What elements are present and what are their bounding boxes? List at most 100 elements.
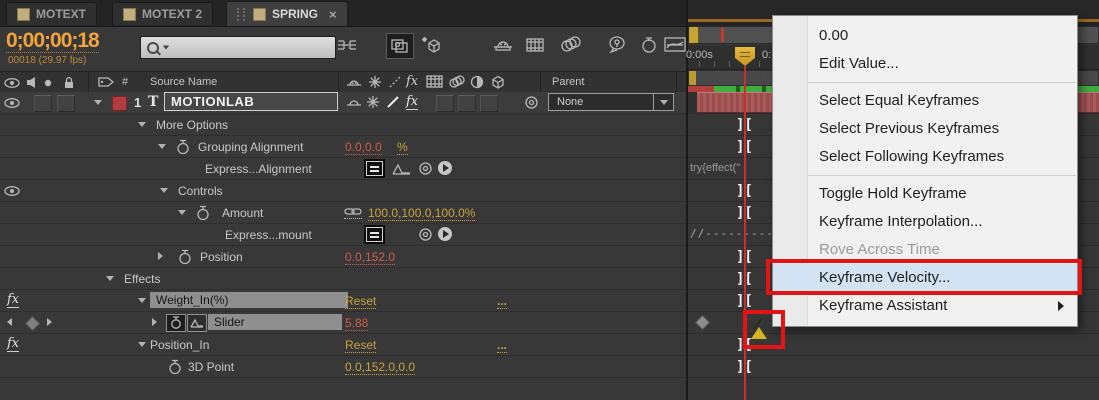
tab-motext-2[interactable]: MOTEXT 2 xyxy=(112,2,214,25)
lock-toggle[interactable] xyxy=(57,95,75,112)
effect-expander-icon[interactable] xyxy=(138,342,146,347)
layer-row-motionlab[interactable]: 1 T MOTIONLAB fx None xyxy=(0,92,686,114)
property-value[interactable]: 0.0,0.0 xyxy=(345,140,382,155)
next-keyframe-icon[interactable] xyxy=(47,318,52,326)
close-icon[interactable]: × xyxy=(329,7,337,22)
work-area-start-handle[interactable] xyxy=(689,71,696,85)
tab-motext[interactable]: MOTEXT xyxy=(6,2,97,25)
expression-pickwhip-icon[interactable] xyxy=(418,227,433,242)
expression-language-menu-icon[interactable] xyxy=(438,161,452,175)
property-value-suffix[interactable]: % xyxy=(397,140,408,155)
layer-expander-icon[interactable] xyxy=(94,100,102,105)
graph-overlay-icon[interactable] xyxy=(187,314,207,332)
property-name[interactable]: Slider xyxy=(208,314,342,330)
stopwatch-icon[interactable] xyxy=(176,139,190,155)
shy-toggle-icon[interactable] xyxy=(346,96,362,109)
expression-language-menu-icon[interactable] xyxy=(438,227,452,241)
property-name[interactable]: 3D Point xyxy=(188,360,234,374)
group-expander-icon[interactable] xyxy=(160,188,168,193)
live-update-button[interactable] xyxy=(386,33,414,59)
search-options-icon[interactable] xyxy=(162,45,170,50)
property-row: Amount 100.0,100.0,100.0% xyxy=(0,202,686,224)
tab-spring[interactable]: SPRING × xyxy=(226,1,348,26)
expression-pickwhip-icon[interactable] xyxy=(418,161,433,176)
group-expander-icon[interactable] xyxy=(106,276,114,281)
brainstorm-button[interactable] xyxy=(604,33,630,57)
menu-item-value[interactable]: 0.00 xyxy=(773,22,1077,50)
fx-badge[interactable]: fx xyxy=(7,336,20,352)
layer-label-color-chip[interactable] xyxy=(112,96,127,111)
auto-keyframe-button[interactable] xyxy=(636,33,662,57)
property-expander-icon[interactable] xyxy=(178,210,186,215)
menu-item-toggle-hold-keyframe[interactable]: Toggle Hold Keyframe xyxy=(773,180,1077,208)
property-name[interactable]: Grouping Alignment xyxy=(198,140,303,154)
property-value[interactable]: 100.0,100.0,100.0% xyxy=(368,206,476,221)
property-group-row: Controls xyxy=(0,180,686,202)
layer-visibility-eye-icon[interactable] xyxy=(4,98,20,108)
fx-badge[interactable]: fx xyxy=(7,292,20,308)
stopwatch-icon[interactable] xyxy=(178,249,192,265)
effect-options-link[interactable]: ... xyxy=(497,294,508,309)
draft-3d-button[interactable] xyxy=(418,33,444,57)
lock-column-icon xyxy=(65,77,73,88)
fx-toggle-icon[interactable]: fx xyxy=(406,94,419,110)
expression-enabled-icon[interactable] xyxy=(364,159,385,178)
parent-pickwhip-icon[interactable] xyxy=(524,95,539,110)
comp-mini-flowchart-button[interactable] xyxy=(334,33,360,57)
property-expander-icon[interactable] xyxy=(158,144,166,149)
parent-column-header: Parent xyxy=(552,76,585,88)
menu-item-select-previous-keyframes[interactable]: Select Previous Keyframes xyxy=(773,115,1077,143)
stopwatch-active-icon[interactable] xyxy=(166,314,186,332)
layer-name-field[interactable]: MOTIONLAB xyxy=(164,92,338,111)
property-name[interactable]: Amount xyxy=(222,206,263,220)
timeline-search-input[interactable] xyxy=(140,36,336,59)
property-group-name[interactable]: Controls xyxy=(178,184,223,198)
adjustment-toggle[interactable] xyxy=(480,95,498,112)
previous-keyframe-icon[interactable] xyxy=(7,318,12,326)
expression-name[interactable]: Express...mount xyxy=(225,228,312,242)
current-time-display[interactable]: 0;00;00;18 xyxy=(6,29,100,53)
menu-item-select-following-keyframes[interactable]: Select Following Keyframes xyxy=(773,143,1077,171)
property-group-name[interactable]: Effects xyxy=(124,272,160,286)
show-graph-icon[interactable] xyxy=(392,162,412,176)
effect-reset-link[interactable]: Reset xyxy=(345,294,377,309)
add-keyframe-icon[interactable] xyxy=(24,315,41,332)
dimension-link-icon[interactable] xyxy=(344,207,362,219)
frame-blending-button[interactable] xyxy=(522,33,548,57)
quality-toggle-icon[interactable] xyxy=(386,95,400,109)
effect-name[interactable]: Weight_In(%) xyxy=(150,292,348,308)
menu-item-edit-value[interactable]: Edit Value... xyxy=(773,50,1077,78)
property-name[interactable]: Position xyxy=(200,250,243,264)
navigator-start-handle[interactable] xyxy=(689,27,699,43)
property-value[interactable]: 0.0,152.0,0.0 xyxy=(345,360,416,375)
expression-name[interactable]: Express...Alignment xyxy=(205,162,312,176)
expression-enabled-icon[interactable] xyxy=(364,225,385,244)
frame-blend-toggle[interactable] xyxy=(436,95,454,112)
stopwatch-icon[interactable] xyxy=(196,205,210,221)
motion-blur-toggle[interactable] xyxy=(458,95,476,112)
group-expander-icon[interactable] xyxy=(138,122,146,127)
property-expander-icon[interactable] xyxy=(158,252,163,260)
property-value[interactable]: 0.0,152.0 xyxy=(345,250,396,265)
tab-label: SPRING xyxy=(272,7,319,21)
motion-blur-button[interactable] xyxy=(558,33,584,57)
property-group-name[interactable]: More Options xyxy=(156,118,228,132)
graph-editor-button[interactable] xyxy=(662,33,688,57)
effect-reset-link[interactable]: Reset xyxy=(345,338,377,353)
effect-visibility-eye-icon[interactable] xyxy=(4,186,20,196)
menu-item-keyframe-interpolation[interactable]: Keyframe Interpolation... xyxy=(773,208,1077,236)
menu-item-select-equal-keyframes[interactable]: Select Equal Keyframes xyxy=(773,87,1077,115)
property-value[interactable]: 5.88 xyxy=(345,316,369,331)
property-expander-icon[interactable] xyxy=(152,318,157,326)
menu-item-keyframe-assistant[interactable]: Keyframe Assistant xyxy=(773,292,1077,320)
effect-name[interactable]: Position_In xyxy=(150,338,209,352)
stopwatch-icon[interactable] xyxy=(168,359,182,375)
keyframe-diamond-icon[interactable] xyxy=(694,314,711,331)
collapse-toggle-icon[interactable] xyxy=(366,95,380,109)
shy-layers-button[interactable] xyxy=(490,33,516,57)
parent-dropdown[interactable]: None xyxy=(548,93,674,111)
effect-expander-icon[interactable] xyxy=(138,298,146,303)
effect-options-link[interactable]: ... xyxy=(497,338,508,353)
property-group-row: More Options xyxy=(0,114,686,136)
solo-toggle[interactable] xyxy=(34,95,52,112)
